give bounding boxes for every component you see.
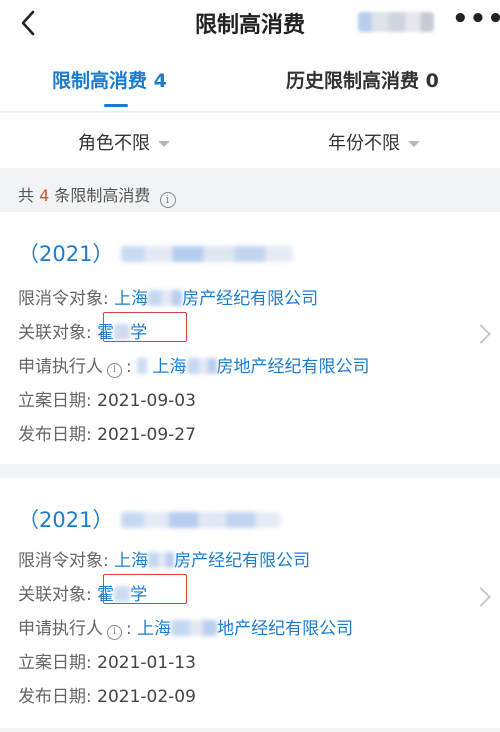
case-number: （2021） bbox=[18, 238, 294, 268]
more-dots-icon[interactable]: ••• bbox=[452, 6, 500, 38]
publish-date-label: 发布日期: bbox=[18, 687, 92, 707]
publish-date-value: 2021-09-27 bbox=[97, 425, 196, 445]
year-filter-label: 年份不限 bbox=[328, 133, 400, 154]
case-year: （2021） bbox=[18, 508, 114, 532]
tab-bar: 限制高消费 4 历史限制高消费 0 bbox=[0, 48, 500, 112]
caret-down-icon bbox=[408, 141, 420, 147]
target-company-link[interactable]: 上海 房产经纪有限公司 bbox=[114, 289, 318, 309]
summary-prefix: 共 bbox=[18, 186, 35, 205]
nav-bar: 限制高消费 ••• bbox=[0, 0, 500, 48]
publish-date-label: 发布日期: bbox=[18, 425, 92, 445]
summary-suffix: 条限制高消费 bbox=[54, 186, 151, 205]
result-summary: 共 4 条限制高消费 i bbox=[18, 182, 176, 208]
caret-down-icon bbox=[158, 141, 170, 147]
target-label: 限消令对象: bbox=[18, 551, 109, 571]
publish-date-row: 发布日期: 2021-02-09 bbox=[18, 682, 196, 707]
case-number: （2021） bbox=[18, 504, 282, 534]
applicant-company-link[interactable]: 上海 地产经纪有限公司 bbox=[137, 619, 353, 639]
target-company-link[interactable]: 上海 房产经纪有限公司 bbox=[114, 551, 310, 571]
role-filter-label: 角色不限 bbox=[78, 133, 150, 154]
publish-date-value: 2021-02-09 bbox=[97, 687, 196, 707]
filing-date-value: 2021-09-03 bbox=[97, 391, 196, 411]
year-filter-dropdown[interactable]: 年份不限 bbox=[328, 129, 420, 155]
case-year: （2021） bbox=[18, 242, 114, 266]
tab-current-restrictions[interactable]: 限制高消费 4 bbox=[52, 66, 167, 93]
publish-date-row: 发布日期: 2021-09-27 bbox=[18, 420, 196, 445]
redacted-case-number bbox=[121, 512, 282, 528]
applicant-label: 申请执行人 bbox=[18, 619, 103, 639]
filing-date-row: 立案日期: 2021-01-13 bbox=[18, 648, 196, 673]
info-icon[interactable]: i bbox=[107, 625, 122, 640]
chevron-right-icon bbox=[471, 587, 491, 607]
highlight-box bbox=[103, 574, 187, 604]
highlight-box bbox=[103, 312, 187, 342]
applicant-label: 申请执行人 bbox=[18, 357, 103, 377]
role-filter-dropdown[interactable]: 角色不限 bbox=[78, 129, 170, 155]
filing-date-row: 立案日期: 2021-09-03 bbox=[18, 386, 196, 411]
redacted-case-number bbox=[121, 246, 294, 262]
chevron-right-icon bbox=[471, 324, 491, 344]
filter-bar: 角色不限 年份不限 bbox=[0, 113, 500, 168]
applicant-row: 申请执行人 i: 上海 地产经纪有限公司 bbox=[18, 619, 354, 640]
active-tab-indicator bbox=[104, 104, 128, 107]
target-label: 限消令对象: bbox=[18, 289, 109, 309]
applicant-company-link[interactable]: 上海 房地产经纪有限公司 bbox=[137, 357, 370, 377]
filing-date-value: 2021-01-13 bbox=[97, 653, 196, 673]
applicant-row: 申请执行人 i: 上海 房地产经纪有限公司 bbox=[18, 357, 370, 378]
related-label: 关联对象: bbox=[18, 323, 92, 343]
info-icon[interactable]: i bbox=[159, 192, 176, 208]
filing-date-label: 立案日期: bbox=[18, 391, 92, 411]
filing-date-label: 立案日期: bbox=[18, 653, 92, 673]
restriction-card[interactable]: （2021） 限消令对象: 上海 房产经纪有限公司 关联对象: 霍学 申请执行人 i… bbox=[0, 212, 500, 464]
tab-history-restrictions[interactable]: 历史限制高消费 0 bbox=[286, 66, 439, 93]
restriction-card[interactable]: （2021） 限消令对象: 上海 房产经纪有限公司 关联对象: 霍学 申请执行人 i… bbox=[0, 478, 500, 728]
summary-count: 4 bbox=[39, 186, 50, 205]
target-row: 限消令对象: 上海 房产经纪有限公司 bbox=[18, 546, 310, 571]
related-label: 关联对象: bbox=[18, 585, 92, 605]
info-icon[interactable]: i bbox=[107, 363, 122, 378]
target-row: 限消令对象: 上海 房产经纪有限公司 bbox=[18, 284, 318, 309]
redacted-company-name bbox=[358, 12, 434, 32]
